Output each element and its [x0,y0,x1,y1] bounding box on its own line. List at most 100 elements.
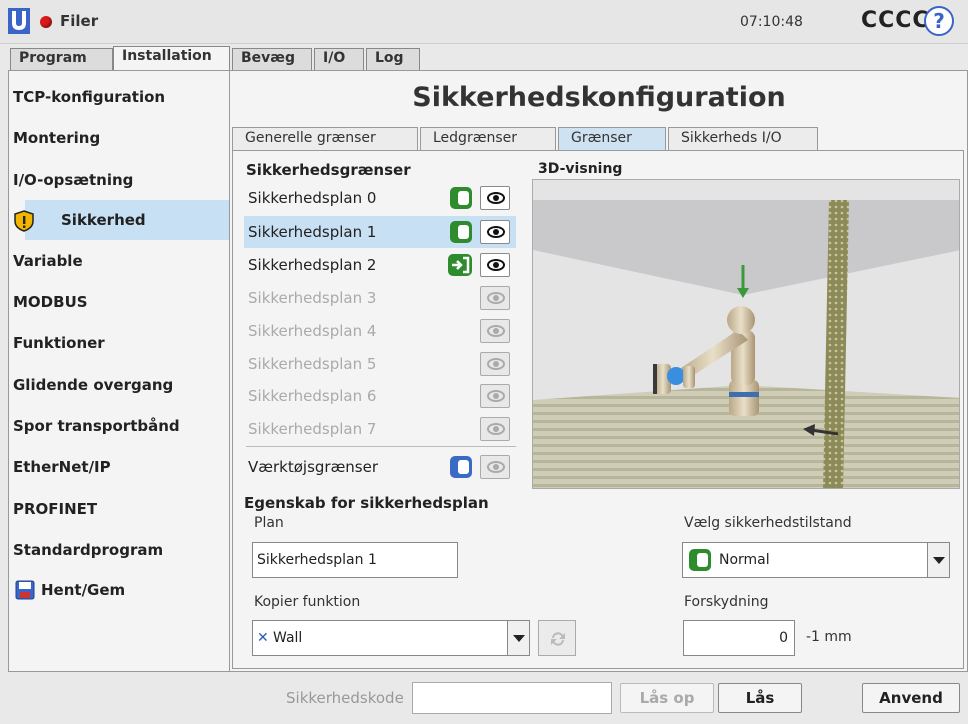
sidebar-item-smooth-transition[interactable]: Glidende overgang [9,365,229,405]
toggle-tool-icon[interactable] [450,456,472,478]
safety-mode-select[interactable]: Normal [682,542,950,578]
chevron-down-icon[interactable] [927,543,949,577]
lock-button[interactable]: Lås [718,683,802,713]
eye-icon [487,226,505,238]
copy-function-label: Kopier funktion [254,594,361,610]
eye-icon [487,358,505,370]
sidebar-item-ethernet-ip[interactable]: EtherNet/IP [9,447,229,487]
plane-label: Sikkerhedsplan 4 [248,322,377,340]
plane-row-2[interactable]: Sikkerhedsplan 2 [244,249,516,281]
sidebar: TCP-konfiguration Montering I/O-opsætnin… [8,70,230,672]
tool-limits-label: Værktøjsgrænser [248,458,379,476]
visibility-button[interactable] [480,319,510,343]
clock: 07:10:48 [740,14,803,30]
eye-icon [487,192,505,204]
tab-boundaries[interactable]: Grænser [558,127,666,151]
tab-joint-limits[interactable]: Ledgrænser [420,127,556,151]
apply-button[interactable]: Anvend [862,683,960,713]
toggle-on-icon[interactable] [450,187,472,209]
tab-move[interactable]: Bevæg [232,48,312,70]
plane-label: Sikkerhedsplan 0 [248,189,377,207]
plane-row-7[interactable]: Sikkerhedsplan 7 [244,413,516,445]
unlock-button[interactable]: Lås op [620,683,714,713]
tab-io[interactable]: I/O [314,48,364,70]
plane-label: Sikkerhedsplan 6 [248,387,377,405]
3d-view[interactable] [532,179,960,489]
safety-mode-value: Normal [719,552,770,568]
visibility-button[interactable] [480,286,510,310]
sidebar-item-safety[interactable]: Sikkerhed [14,200,229,240]
safety-mode-label: Vælg sikkerhedstilstand [684,515,852,531]
plane-row-5[interactable]: Sikkerhedsplan 5 [244,348,516,380]
tab-program[interactable]: Program [10,48,113,70]
warning-shield-icon [14,210,34,232]
visibility-button[interactable] [480,253,510,277]
sidebar-item-mounting[interactable]: Montering [9,118,229,158]
wall-icon: ✕ [257,630,269,646]
eye-icon [487,423,505,435]
sidebar-item-io-setup[interactable]: I/O-opsætning [9,160,229,200]
toggle-normal-icon [689,549,711,571]
plane-row-0[interactable]: Sikkerhedsplan 0 [244,182,516,214]
plan-name-field[interactable]: Sikkerhedsplan 1 [252,542,458,578]
divider [246,446,516,447]
user-label[interactable]: CCCC [861,8,930,33]
plane-label: Sikkerhedsplan 5 [248,355,377,373]
eye-icon [487,259,505,271]
safety-code-label: Sikkerhedskode [286,689,404,707]
sidebar-item-conveyor[interactable]: Spor transportbånd [9,406,229,446]
copy-function-select[interactable]: ✕ Wall [252,620,530,656]
tab-log[interactable]: Log [366,48,420,70]
tab-general-limits[interactable]: Generelle grænser [232,127,418,151]
plane-row-3[interactable]: Sikkerhedsplan 3 [244,282,516,314]
sidebar-item-default-program[interactable]: Standardprogram [9,530,229,570]
eye-icon [487,325,505,337]
copy-function-value: Wall [273,630,303,646]
plane-row-4[interactable]: Sikkerhedsplan 4 [244,315,516,347]
visibility-button[interactable] [480,186,510,210]
plan-label: Plan [254,515,284,531]
eye-icon [487,461,505,473]
visibility-button[interactable] [480,384,510,408]
status-dot-icon[interactable] [40,16,52,28]
sidebar-item-tcp[interactable]: TCP-konfiguration [9,77,229,117]
robot-scene [533,180,959,488]
visibility-button[interactable] [480,417,510,441]
ur-logo-icon [8,8,30,34]
offset-field[interactable]: 0 [683,620,795,656]
save-icon [15,580,35,600]
eye-icon [487,390,505,402]
plane-row-1[interactable]: Sikkerhedsplan 1 [244,216,516,248]
sidebar-item-load-save[interactable]: Hent/Gem [9,570,229,610]
limits-section-label: Sikkerhedsgrænser [246,161,411,179]
toggle-on-icon[interactable] [450,221,472,243]
offset-unit: -1 mm [806,629,852,645]
help-icon[interactable]: ? [924,6,954,36]
sidebar-item-variables[interactable]: Variable [9,241,229,281]
eye-icon [487,292,505,304]
view3d-label: 3D-visning [538,161,623,177]
plane-row-6[interactable]: Sikkerhedsplan 6 [244,380,516,412]
bottom-bar: Sikkerhedskode Lås op Lås Anvend [0,678,968,724]
file-menu[interactable]: Filer [60,12,98,30]
sidebar-item-profinet[interactable]: PROFINET [9,489,229,529]
trigger-reduced-icon[interactable] [448,254,472,276]
visibility-button[interactable] [480,220,510,244]
chevron-down-icon[interactable] [507,621,529,655]
refresh-icon [551,632,565,646]
tool-limits-row[interactable]: Værktøjsgrænser [244,451,516,483]
visibility-button[interactable] [480,455,510,479]
plane-label: Sikkerhedsplan 1 [248,223,377,241]
sidebar-item-modbus[interactable]: MODBUS [9,282,229,322]
property-section-label: Egenskab for sikkerhedsplan [244,494,489,512]
sidebar-item-label: Sikkerhed [61,211,146,229]
plane-label: Sikkerhedsplan 7 [248,420,377,438]
safety-code-input[interactable] [412,682,612,714]
tab-installation[interactable]: Installation [113,46,230,70]
sidebar-item-features[interactable]: Funktioner [9,323,229,363]
tab-safety-io[interactable]: Sikkerheds I/O [668,127,818,151]
visibility-button[interactable] [480,352,510,376]
plane-label: Sikkerhedsplan 3 [248,289,377,307]
top-bar: Filer 07:10:48 CCCC ? [0,0,968,44]
refresh-button[interactable] [538,620,576,656]
